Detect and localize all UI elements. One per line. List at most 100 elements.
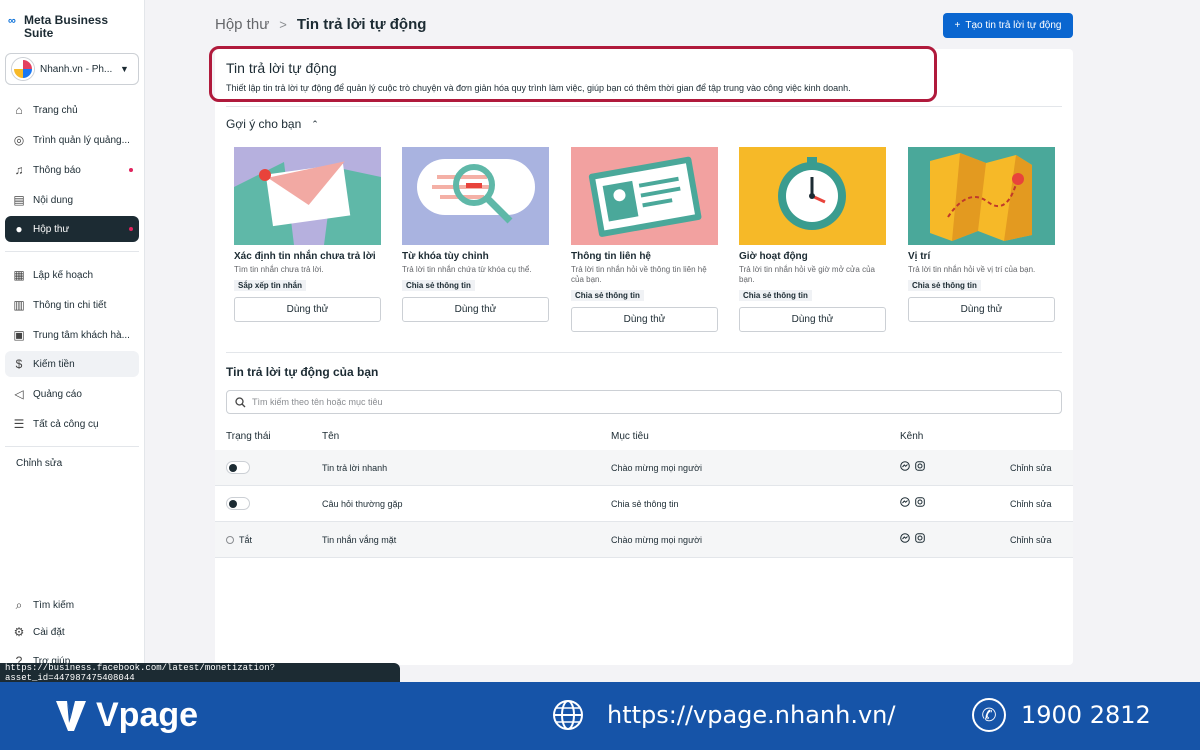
status-toggle[interactable]	[226, 461, 250, 474]
search-box[interactable]	[226, 390, 1062, 414]
sidebar-item-content[interactable]: ▤ Nội dung	[5, 187, 139, 213]
card-description: Trả lời tin nhắn hỏi về vị trí của bạn.	[908, 265, 1036, 274]
sidebar-item-customer-center[interactable]: ▣ Trung tâm khách hà...	[5, 322, 139, 348]
calendar-icon: ▦	[13, 268, 25, 282]
sidebar-item-label: Trung tâm khách hà...	[33, 329, 130, 341]
sidebar-item-label: Thông báo	[33, 164, 81, 176]
edit-link[interactable]: Chỉnh sửa	[1010, 535, 1052, 545]
suggestion-card-hours: Giờ hoạt động Trả lời tin nhắn hỏi về gi…	[739, 147, 887, 332]
card-description: Trả lời tin nhắn hỏi về thông tin liên h…	[571, 265, 707, 284]
table-row[interactable]: Câu hỏi thường gặp Chia sẻ thông tin Chỉ…	[215, 486, 1073, 522]
website-url[interactable]: https://vpage.nhanh.vn/	[607, 701, 895, 729]
try-button[interactable]: Dùng thử	[402, 297, 549, 322]
sidebar-item-insights[interactable]: ▥ Thông tin chi tiết	[5, 292, 139, 318]
suggestion-card-contact-info: Thông tin liên hệ Trả lời tin nhắn hỏi v…	[571, 147, 719, 332]
instagram-icon	[915, 533, 925, 543]
clock-illustration	[739, 147, 886, 245]
meta-business-suite-logo[interactable]: ∞ Meta Business Suite	[8, 14, 138, 40]
sidebar-item-label: Tất cả công cụ	[33, 418, 99, 430]
sidebar-item-all-tools[interactable]: ☰ Tất cả công cụ	[5, 411, 139, 437]
home-icon: ⌂	[15, 103, 23, 117]
hotline-number[interactable]: 1900 2812	[1021, 701, 1151, 729]
status-label: Tắt	[239, 535, 253, 545]
search-input[interactable]	[252, 397, 1032, 407]
sidebar-item-label: Quảng cáo	[33, 388, 82, 400]
card-description: Tìm tin nhắn chưa trả lời.	[234, 265, 324, 274]
instagram-icon	[915, 497, 925, 507]
sidebar-item-label: Tìm kiếm	[33, 599, 75, 611]
sidebar-item-monetization[interactable]: $ Kiếm tiền	[5, 351, 139, 377]
sidebar-item-label: Trang chủ	[33, 104, 78, 116]
meta-logo-icon: ∞	[8, 15, 16, 27]
try-button[interactable]: Dùng thử	[739, 307, 886, 332]
sidebar-item-ads-manager[interactable]: ◎ Trình quản lý quảng...	[5, 127, 139, 153]
sidebar-item-ads[interactable]: ◁ Quảng cáo	[5, 381, 139, 407]
sidebar-item-notifications[interactable]: ♫ Thông báo	[5, 157, 139, 183]
divider	[5, 446, 139, 447]
phone-icon: ✆	[972, 698, 1006, 732]
search-icon: ⌕	[15, 597, 23, 612]
your-replies-heading: Tin trả lời tự động của bạn	[226, 365, 379, 379]
create-auto-reply-button[interactable]: + Tạo tin trả lời tự động	[943, 13, 1073, 38]
suggestion-card-unanswered: Xác định tin nhắn chưa trả lời Tìm tin n…	[234, 147, 382, 322]
divider	[5, 251, 139, 252]
edit-link[interactable]: Chỉnh sửa	[1010, 463, 1052, 473]
envelope-illustration	[234, 147, 381, 245]
content-icon: ▤	[13, 193, 25, 207]
table-row[interactable]: Tắt Tin nhắn vắng mặt Chào mừng mọi ngườ…	[215, 522, 1073, 558]
reply-name: Tin trả lời nhanh	[322, 463, 388, 473]
vpage-logo-icon	[56, 700, 86, 731]
dollar-icon: $	[15, 357, 23, 371]
column-header-goal[interactable]: Mục tiêu	[611, 431, 649, 442]
map-illustration	[908, 147, 1055, 245]
chevron-up-icon: ⌃	[311, 118, 319, 129]
sidebar-edit-link[interactable]: Chỉnh sửa	[16, 458, 62, 469]
card-tag: Chia sẻ thông tin	[571, 290, 644, 301]
search-icon	[235, 396, 246, 407]
sidebar-item-settings[interactable]: ⚙ Cài đặt	[5, 619, 139, 645]
sidebar-item-label: Nội dung	[33, 194, 74, 206]
sidebar-item-inbox[interactable]: ● Hộp thư	[5, 216, 139, 242]
channel-icons	[900, 497, 925, 507]
card-tag: Chia sẻ thông tin	[739, 290, 812, 301]
account-switcher[interactable]: Nhanh.vn - Ph... ▼	[5, 53, 139, 85]
suggestion-card-location: Vị trí Trả lời tin nhắn hỏi về vị trí củ…	[908, 147, 1056, 322]
sidebar-item-home[interactable]: ⌂ Trang chủ	[5, 97, 139, 123]
channel-icons	[900, 533, 925, 543]
column-header-status[interactable]: Trạng thái	[226, 431, 271, 442]
chat-icon: ●	[15, 222, 23, 236]
channel-icons	[900, 461, 925, 471]
card-description: Trả lời tin nhắn hỏi về giờ mở cửa của b…	[739, 265, 875, 284]
reply-name: Tin nhắn vắng mặt	[322, 535, 397, 545]
sidebar-item-search[interactable]: ⌕ Tìm kiếm	[5, 592, 139, 618]
account-avatar	[12, 58, 34, 80]
reply-name: Câu hỏi thường gặp	[322, 499, 403, 509]
column-header-name[interactable]: Tên	[322, 431, 339, 442]
try-button[interactable]: Dùng thử	[234, 297, 381, 322]
card-tag: Chia sẻ thông tin	[908, 280, 981, 291]
table-row[interactable]: Tin trả lời nhanh Chào mừng mọi người Ch…	[215, 450, 1073, 486]
highlight-box	[209, 46, 937, 102]
try-button[interactable]: Dùng thử	[908, 297, 1055, 322]
card-title: Thông tin liên hệ	[571, 251, 651, 262]
contacts-icon: ▣	[13, 328, 25, 342]
chevron-right-icon: >	[279, 17, 287, 32]
sidebar-item-planner[interactable]: ▦ Lập kế hoạch	[5, 262, 139, 288]
column-header-channel[interactable]: Kênh	[900, 431, 923, 442]
breadcrumb: Hộp thư > Tin trả lời tự động	[215, 16, 426, 33]
suggestions-header[interactable]: Gợi ý cho bạn ⌃	[226, 117, 319, 131]
magnifier-illustration	[402, 147, 549, 245]
suggestion-card-keywords: Từ khóa tùy chỉnh Trả lời tin nhắn chứa …	[402, 147, 550, 322]
breadcrumb-parent[interactable]: Hộp thư	[215, 16, 269, 33]
edit-link[interactable]: Chỉnh sửa	[1010, 499, 1052, 509]
status-toggle[interactable]	[226, 497, 250, 510]
instagram-icon	[915, 461, 925, 471]
try-button[interactable]: Dùng thử	[571, 307, 718, 332]
sidebar-item-label: Trình quản lý quảng...	[33, 134, 130, 146]
divider	[226, 352, 1062, 353]
status-off-indicator[interactable]	[226, 536, 234, 544]
link-preview-status-bar: https://business.facebook.com/latest/mon…	[0, 663, 400, 683]
create-button-label: Tạo tin trả lời tự động	[965, 20, 1062, 31]
sidebar-item-label: Thông tin chi tiết	[33, 299, 107, 311]
plus-icon: +	[954, 20, 961, 31]
